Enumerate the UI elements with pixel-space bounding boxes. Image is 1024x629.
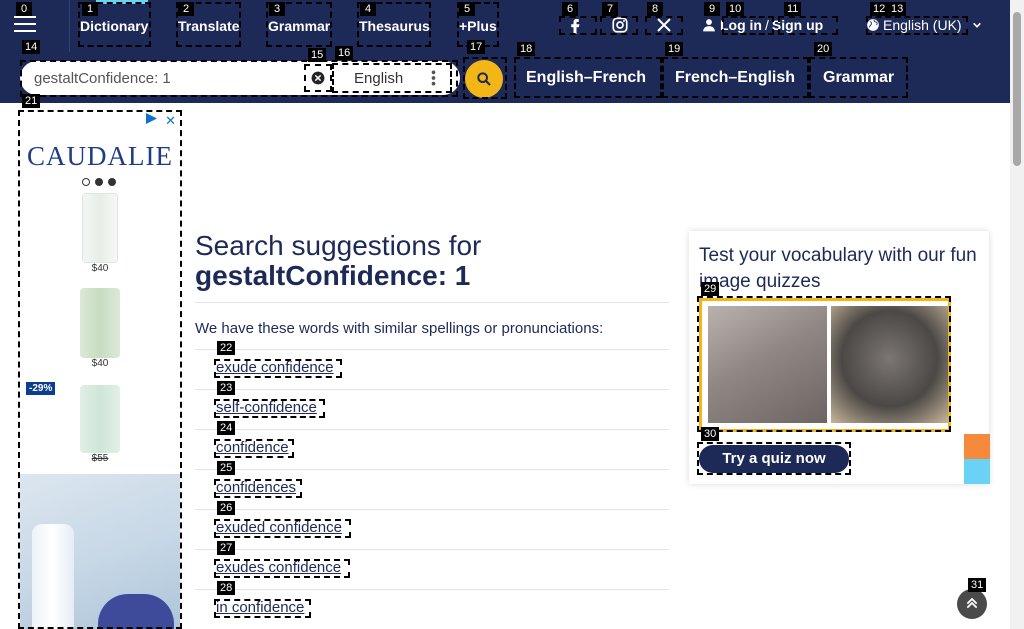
annotation-box bbox=[304, 64, 332, 92]
feedback-tab[interactable] bbox=[964, 434, 990, 459]
annotation-badge: 10 bbox=[726, 2, 745, 16]
annotation-box bbox=[463, 57, 507, 99]
divider bbox=[195, 302, 669, 303]
quiz-title: Test your vocabulary with our fun image … bbox=[699, 245, 977, 292]
annotation-badge: 28 bbox=[217, 581, 236, 595]
annotation-badge: 2 bbox=[178, 2, 194, 16]
divider bbox=[195, 469, 669, 470]
annotation-badge: 7 bbox=[602, 2, 618, 16]
page-title-prefix: Search suggestions for bbox=[195, 230, 482, 261]
annotation-box bbox=[559, 16, 597, 35]
annotation-badge: 18 bbox=[517, 42, 536, 56]
annotation-box bbox=[514, 57, 662, 98]
divider bbox=[195, 389, 669, 390]
annotation-badge: 23 bbox=[217, 381, 236, 395]
annotation-badge: 11 bbox=[784, 2, 802, 16]
scroll-to-top-button[interactable] bbox=[957, 589, 987, 619]
annotation-badge: 31 bbox=[968, 578, 987, 592]
arrow-up-icon bbox=[966, 597, 978, 609]
divider bbox=[195, 349, 669, 350]
annotation-badge: 12 bbox=[870, 2, 889, 16]
annotation-badge: 16 bbox=[335, 46, 354, 60]
chevron-down-icon bbox=[973, 22, 982, 28]
annotation-badge: 1 bbox=[82, 2, 98, 16]
annotation-box bbox=[214, 439, 294, 458]
menu-icon bbox=[14, 16, 36, 18]
annotation-box bbox=[214, 359, 342, 378]
annotation-badge: 22 bbox=[217, 341, 236, 355]
menu-icon-bar bbox=[14, 23, 36, 25]
page-title-term: gestaltConfidence: 1 bbox=[195, 260, 471, 291]
annotation-badge: 3 bbox=[269, 2, 285, 16]
annotation-badge: 26 bbox=[217, 501, 236, 515]
annotation-box bbox=[645, 16, 683, 35]
annotation-box bbox=[214, 399, 325, 418]
suggestions-intro: We have these words with similar spellin… bbox=[195, 320, 604, 337]
top-navigation bbox=[0, 0, 1010, 52]
annotation-box bbox=[332, 63, 452, 93]
annotation-badge: 5 bbox=[459, 2, 475, 16]
annotation-box bbox=[18, 110, 182, 629]
user-icon bbox=[703, 19, 715, 32]
annotation-badge: 30 bbox=[701, 427, 720, 441]
annotation-badge: 0 bbox=[16, 2, 32, 16]
annotation-box bbox=[866, 16, 968, 35]
annotation-box bbox=[697, 296, 951, 432]
divider bbox=[195, 589, 669, 590]
feedback-tab-secondary[interactable] bbox=[964, 459, 990, 484]
annotation-box bbox=[662, 57, 809, 98]
annotation-box bbox=[722, 16, 774, 35]
annotation-badge: 25 bbox=[217, 461, 236, 475]
annotation-box bbox=[600, 16, 638, 35]
divider bbox=[195, 509, 669, 510]
annotation-box bbox=[214, 559, 350, 578]
scrollbar-thumb[interactable] bbox=[1013, 12, 1021, 166]
annotation-badge: 13 bbox=[888, 2, 907, 16]
annotation-box bbox=[214, 479, 302, 498]
annotation-box bbox=[809, 57, 908, 98]
divider bbox=[195, 549, 669, 550]
annotation-badge: 19 bbox=[665, 42, 684, 56]
menu-icon-bar bbox=[14, 30, 36, 32]
annotation-badge: 6 bbox=[562, 2, 578, 16]
annotation-badge: 21 bbox=[22, 94, 41, 108]
annotation-badge: 17 bbox=[467, 40, 486, 54]
annotation-badge: 24 bbox=[217, 421, 236, 435]
annotation-box bbox=[697, 442, 851, 475]
annotation-badge: 29 bbox=[701, 282, 720, 296]
page-title: Search suggestions for gestaltConfidence… bbox=[195, 231, 481, 291]
divider bbox=[195, 429, 669, 430]
annotation-badge: 4 bbox=[360, 2, 376, 16]
annotation-badge: 14 bbox=[22, 40, 41, 54]
annotation-box bbox=[778, 16, 838, 35]
annotation-badge: 27 bbox=[217, 541, 236, 555]
annotation-badge: 8 bbox=[647, 2, 663, 16]
annotation-badge: 20 bbox=[814, 42, 833, 56]
annotation-badge: 15 bbox=[308, 48, 327, 62]
annotation-badge: 9 bbox=[704, 2, 720, 16]
annotation-box bbox=[214, 599, 311, 618]
annotation-box bbox=[214, 519, 351, 538]
